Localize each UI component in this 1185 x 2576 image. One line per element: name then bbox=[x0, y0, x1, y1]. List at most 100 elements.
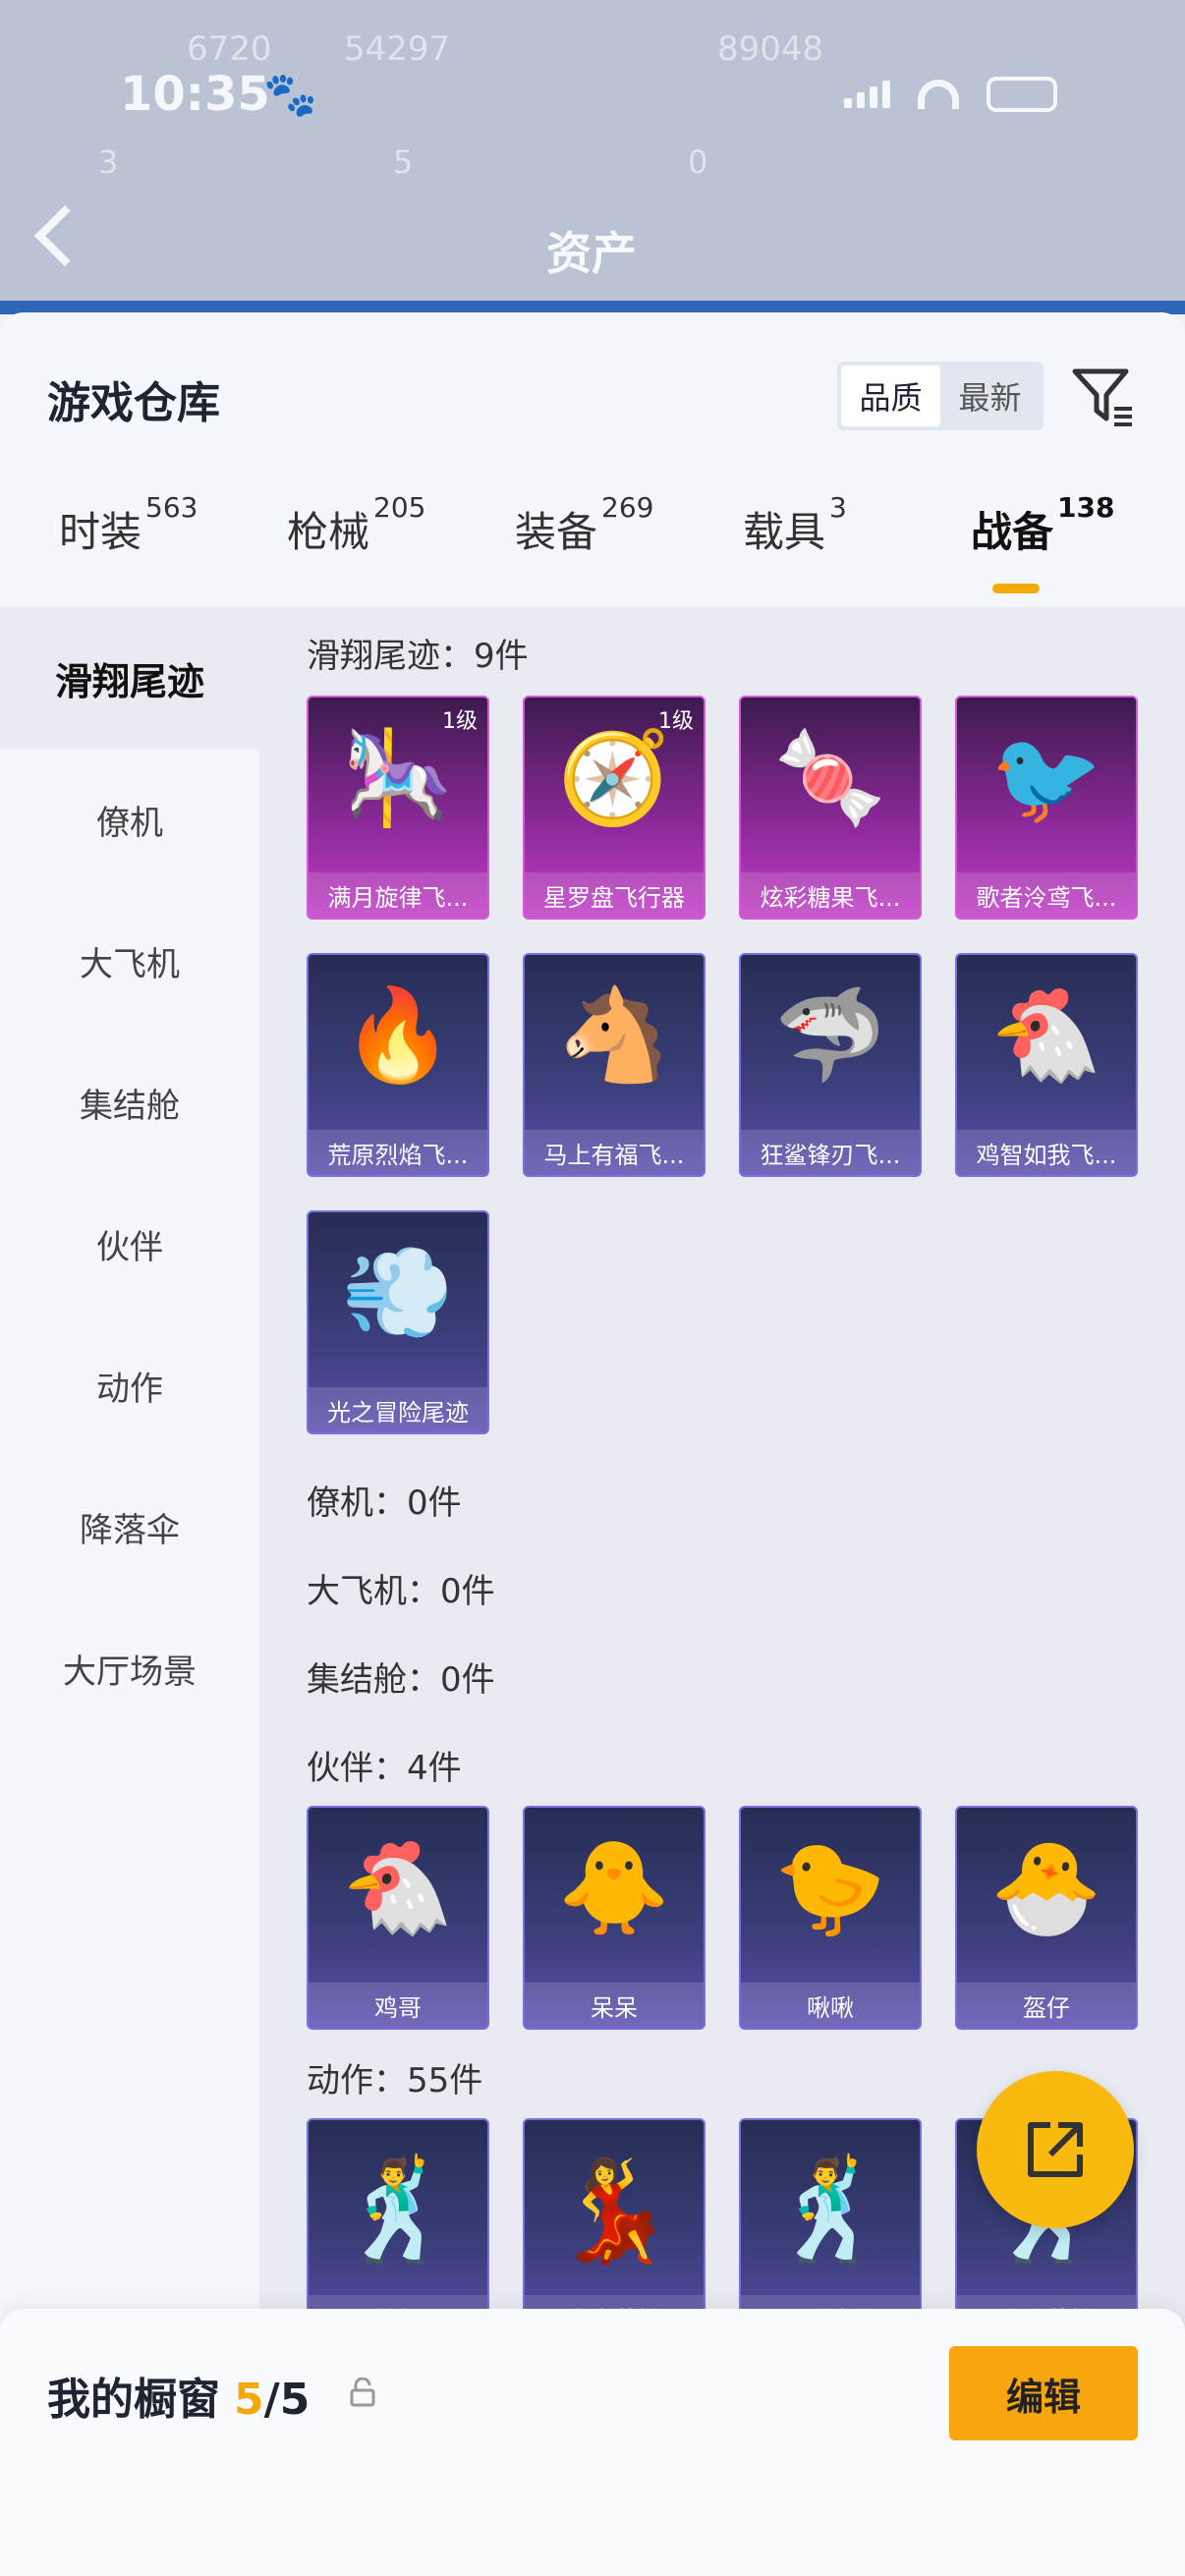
level-badge: 1级 bbox=[658, 709, 694, 734]
sheet-title: 游戏仓库 bbox=[47, 378, 220, 428]
sort-newest-button[interactable]: 最新 bbox=[940, 365, 1040, 426]
tab-count: 205 bbox=[373, 491, 426, 524]
chicken-icon: 🐔 bbox=[341, 1835, 455, 1940]
item-card[interactable]: 🎠 1级 满月旋律飞... bbox=[307, 696, 489, 920]
item-name: 呆呆 bbox=[525, 1983, 704, 2028]
smoke-trail-icon: 💨 bbox=[341, 1240, 455, 1345]
item-name: 盔仔 bbox=[957, 1983, 1136, 2028]
item-name: 鸡哥 bbox=[309, 1983, 487, 2028]
warehouse-sheet: 游戏仓库 品质 最新 时装 563 枪械 205 装备 269 载具 3 战备 138 滑… bbox=[0, 312, 1185, 2576]
flame-ship-icon: 🔥 bbox=[341, 982, 455, 1088]
tab-label: 枪械 bbox=[287, 508, 370, 556]
tab-label: 战备 bbox=[971, 508, 1054, 556]
item-card[interactable]: 🐔 鸡智如我飞... bbox=[955, 953, 1138, 1177]
tab-count: 138 bbox=[1057, 491, 1115, 524]
sidebar-item-glide-trail[interactable]: 滑翔尾迹 bbox=[0, 607, 259, 749]
sidebar-item-pod[interactable]: 集结舱 bbox=[0, 1032, 259, 1173]
dance-figure-icon: 🕺 bbox=[768, 2153, 892, 2268]
item-name: 星罗盘飞行器 bbox=[525, 872, 704, 918]
item-card[interactable]: 🧭 1级 星罗盘飞行器 bbox=[523, 696, 705, 920]
faded-stat: 54297 bbox=[344, 29, 451, 69]
lock-icon bbox=[350, 2378, 375, 2407]
section-label: 滑翔尾迹：9件 bbox=[307, 637, 529, 676]
faded-stat: 0 bbox=[688, 143, 708, 181]
sort-quality-button[interactable]: 品质 bbox=[841, 365, 940, 426]
sidebar-item-lobby-scene[interactable]: 大厅场景 bbox=[0, 1597, 259, 1739]
item-name: 歌者泠鸢飞... bbox=[957, 872, 1136, 918]
item-card[interactable]: 🔥 荒原烈焰飞... bbox=[307, 953, 489, 1177]
page-title: 资产 bbox=[546, 227, 637, 280]
faded-stat: 3 bbox=[98, 143, 119, 181]
showcase-title: 我的橱窗 5/5 bbox=[47, 2364, 310, 2427]
showcase-sep: / bbox=[263, 2375, 280, 2425]
section-label: 动作：55件 bbox=[307, 2061, 483, 2100]
item-card[interactable]: 🐣 盔仔 bbox=[955, 1806, 1138, 2030]
tab-fashion[interactable]: 时装 563 bbox=[59, 491, 198, 559]
item-grid-area: 滑翔尾迹：9件 🎠 1级 满月旋律飞... 🧭 1级 星罗盘飞行器 🍬 炫彩糖果… bbox=[259, 607, 1185, 2576]
pink-bird-icon: 🐤 bbox=[773, 1835, 887, 1940]
red-bird-icon: 🐦 bbox=[989, 725, 1103, 830]
status-time: 10:35 bbox=[120, 67, 270, 122]
section-label: 集结舱：0件 bbox=[307, 1660, 495, 1700]
section-label: 大飞机：0件 bbox=[307, 1572, 495, 1611]
horse-icon: 🐴 bbox=[557, 982, 671, 1088]
category-sidebar: 滑翔尾迹 僚机 大飞机 集结舱 伙伴 动作 降落伞 大厅场景 bbox=[0, 607, 259, 2576]
item-name: 鸡智如我飞... bbox=[957, 1130, 1136, 1175]
candy-icon: 🍬 bbox=[773, 725, 887, 830]
showcase-current: 5 bbox=[234, 2375, 264, 2425]
signal-icon bbox=[844, 81, 890, 108]
item-name: 满月旋律飞... bbox=[309, 872, 487, 918]
sidebar-item-partner[interactable]: 伙伴 bbox=[0, 1173, 259, 1315]
faded-stat: 89048 bbox=[717, 29, 824, 69]
tab-equipment[interactable]: 装备 269 bbox=[515, 491, 653, 559]
faded-stat: 5 bbox=[393, 143, 414, 181]
tab-readiness[interactable]: 战备 138 bbox=[971, 491, 1114, 559]
item-card[interactable]: 🦈 狂鲨锋刃飞... bbox=[739, 953, 922, 1177]
tab-count: 563 bbox=[145, 491, 198, 524]
item-card[interactable]: 🐥 呆呆 bbox=[523, 1806, 705, 2030]
showcase-total: 5 bbox=[279, 2375, 310, 2425]
item-name: 狂鲨锋刃飞... bbox=[741, 1130, 920, 1175]
item-card[interactable]: 🐔 鸡哥 bbox=[307, 1806, 489, 2030]
paw-icon: 🐾 bbox=[263, 70, 317, 120]
status-icons bbox=[844, 77, 1057, 112]
category-tabs: 时装 563 枪械 205 装备 269 载具 3 战备 138 bbox=[0, 491, 1185, 597]
dance-figure-icon: 🕺 bbox=[336, 2153, 460, 2268]
tab-vehicles[interactable]: 载具 3 bbox=[743, 491, 847, 559]
item-card[interactable]: 🐤 啾啾 bbox=[739, 1806, 922, 2030]
sidebar-item-parachute[interactable]: 降落伞 bbox=[0, 1456, 259, 1597]
faded-stat: 6720 bbox=[187, 29, 272, 69]
showcase-footer: 我的橱窗 5/5 编辑 bbox=[0, 2309, 1185, 2576]
carriage-icon: 🎠 bbox=[341, 725, 455, 830]
showcase-label: 我的橱窗 bbox=[47, 2375, 220, 2425]
sidebar-item-big-plane[interactable]: 大飞机 bbox=[0, 890, 259, 1032]
helmet-chick-icon: 🐣 bbox=[989, 1835, 1103, 1940]
filter-icon[interactable] bbox=[1071, 364, 1136, 428]
item-card[interactable]: 🐦 歌者泠鸢飞... bbox=[955, 696, 1138, 920]
tab-count: 3 bbox=[829, 491, 847, 524]
sidebar-item-wingman[interactable]: 僚机 bbox=[0, 749, 259, 890]
tab-label: 载具 bbox=[743, 508, 826, 556]
level-badge: 1级 bbox=[442, 709, 478, 734]
item-card[interactable]: 🍬 炫彩糖果飞... bbox=[739, 696, 922, 920]
sidebar-item-action[interactable]: 动作 bbox=[0, 1315, 259, 1456]
back-icon[interactable] bbox=[33, 204, 96, 267]
share-button[interactable] bbox=[977, 2071, 1134, 2228]
shark-icon: 🦈 bbox=[773, 982, 887, 1088]
wifi-icon bbox=[918, 80, 959, 109]
battery-icon bbox=[987, 77, 1057, 112]
item-card[interactable]: 🐴 马上有福飞... bbox=[523, 953, 705, 1177]
tab-guns[interactable]: 枪械 205 bbox=[287, 491, 425, 559]
edit-button[interactable]: 编辑 bbox=[949, 2346, 1138, 2440]
external-link-icon bbox=[1028, 2122, 1083, 2177]
tab-count: 269 bbox=[601, 491, 654, 524]
section-label: 僚机：0件 bbox=[307, 1484, 462, 1523]
active-tab-indicator bbox=[992, 584, 1040, 593]
dance-figure-icon: 💃 bbox=[552, 2153, 676, 2268]
item-name: 光之冒险尾迹 bbox=[309, 1387, 487, 1432]
tab-label: 装备 bbox=[515, 508, 598, 556]
item-name: 炫彩糖果飞... bbox=[741, 872, 920, 918]
item-card[interactable]: 💨 光之冒险尾迹 bbox=[307, 1210, 489, 1434]
sort-toggle: 品质 最新 bbox=[837, 362, 1044, 430]
tab-label: 时装 bbox=[59, 508, 142, 556]
